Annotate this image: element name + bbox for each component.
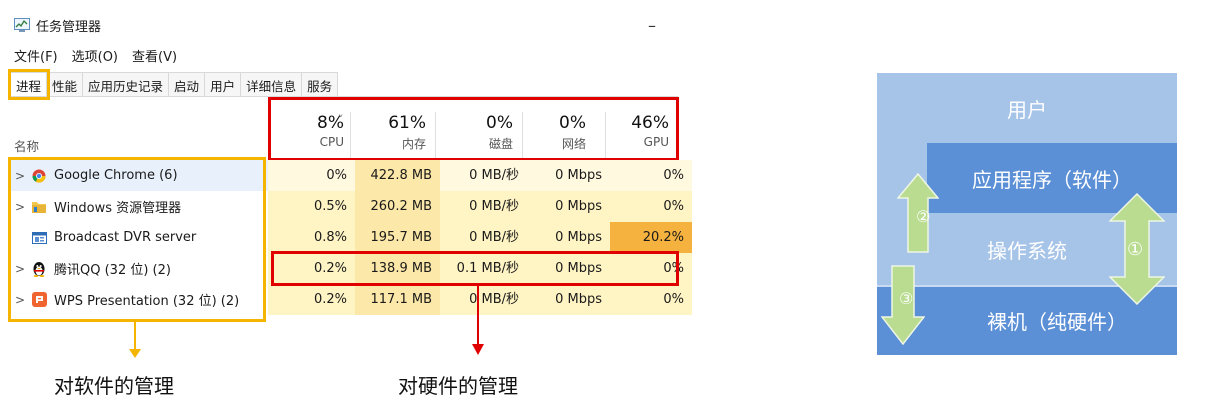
- window-titlebar: 任务管理器: [14, 14, 101, 36]
- tab-bar: 进程 性能 应用历史记录 启动 用户 详细信息 服务: [10, 72, 678, 97]
- minimize-button[interactable]: –: [648, 16, 656, 35]
- gpu-cell: 0%: [610, 284, 692, 315]
- hardware-management-caption: 对硬件的管理: [398, 374, 518, 398]
- processes-tab-highlight: [8, 69, 50, 100]
- gpu-cell: 0%: [610, 191, 692, 222]
- hardware-metrics-highlight: [268, 97, 679, 161]
- yellow-down-arrow-icon: [129, 322, 141, 358]
- disk-cell: 0 MB/秒: [440, 191, 527, 222]
- memory-cell: 422.8 MB: [355, 160, 440, 191]
- layer-os-label: 操作系统: [987, 238, 1067, 263]
- network-cell: 0 Mbps: [527, 191, 610, 222]
- tab-app-history[interactable]: 应用历史记录: [82, 72, 170, 96]
- red-down-arrow-icon: [472, 286, 484, 355]
- software-management-caption: 对软件的管理: [54, 374, 174, 398]
- gpu-cell: 0%: [610, 160, 692, 191]
- memory-cell: 195.7 MB: [355, 222, 440, 253]
- disk-cell: 0 MB/秒: [440, 222, 527, 253]
- menu-bar: 文件(F) 选项(O) 查看(V): [14, 46, 177, 65]
- tab-startup[interactable]: 启动: [168, 72, 206, 96]
- layer-user: 用户: [877, 73, 1177, 143]
- tab-services[interactable]: 服务: [301, 72, 339, 96]
- cpu-cell: 0.5%: [268, 191, 355, 222]
- memory-cell: 117.1 MB: [355, 284, 440, 315]
- network-cell: 0 Mbps: [527, 222, 610, 253]
- cpu-cell: 0.8%: [268, 222, 355, 253]
- os-layer-diagram: 用户 应用程序（软件） 操作系统 裸机（纯硬件） ② ① ③: [877, 73, 1177, 355]
- menu-options[interactable]: 选项(O): [72, 46, 118, 65]
- marker-1: ①: [1127, 239, 1144, 260]
- network-cell: 0 Mbps: [527, 160, 610, 191]
- cpu-cell: 0.2%: [268, 284, 355, 315]
- marker-3: ③: [899, 289, 914, 308]
- marker-2: ②: [916, 207, 931, 226]
- tab-details[interactable]: 详细信息: [240, 72, 303, 96]
- cpu-cell: 0%: [268, 160, 355, 191]
- window-title: 任务管理器: [36, 19, 102, 35]
- task-manager-icon: [14, 18, 30, 32]
- menu-file[interactable]: 文件(F): [14, 46, 58, 65]
- column-header-name[interactable]: 名称: [14, 136, 39, 155]
- layer-hardware-label: 裸机（纯硬件）: [987, 309, 1127, 334]
- qq-row-highlight: [271, 251, 679, 286]
- disk-cell: 0 MB/秒: [440, 160, 527, 191]
- tab-users[interactable]: 用户: [204, 72, 242, 96]
- menu-view[interactable]: 查看(V): [132, 46, 177, 65]
- network-cell: 0 Mbps: [527, 284, 610, 315]
- software-list-highlight: [8, 157, 266, 322]
- memory-cell: 260.2 MB: [355, 191, 440, 222]
- tab-performance[interactable]: 性能: [46, 72, 84, 96]
- layer-application-label: 应用程序（软件）: [972, 167, 1132, 192]
- gpu-cell: 20.2%: [610, 222, 692, 253]
- layer-user-label: 用户: [1007, 97, 1047, 122]
